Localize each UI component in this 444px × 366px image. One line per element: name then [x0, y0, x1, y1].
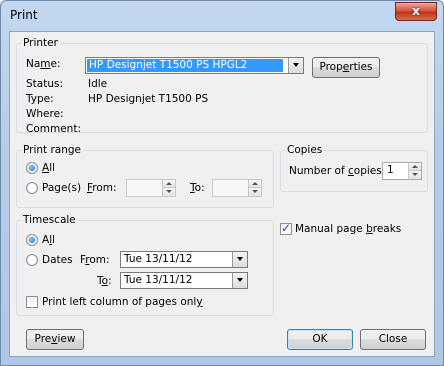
timescale-group-label: Timescale	[23, 214, 76, 226]
status-label: Status:	[26, 78, 63, 90]
timescale-dates-label[interactable]: Dates	[42, 254, 73, 266]
timescale-from-value: Tue 13/11/12	[124, 253, 193, 265]
print-range-all-label[interactable]: All	[42, 162, 55, 174]
print-range-group-label: Print range	[23, 144, 82, 156]
print-range-from-label: From:	[87, 182, 117, 194]
print-range-to-spinner[interactable]	[212, 179, 262, 197]
printer-name-label: Name:	[26, 58, 61, 70]
print-left-column-label[interactable]: Print left column of pages only	[42, 296, 203, 308]
printer-group-label: Printer	[23, 37, 58, 49]
print-left-column-checkbox[interactable]	[26, 296, 38, 308]
title-bar[interactable]: Print x	[1, 1, 443, 29]
timescale-to-label: To:	[97, 275, 112, 287]
status-value: Idle	[88, 78, 108, 90]
spin-down-icon[interactable]	[409, 171, 421, 179]
chevron-down-icon[interactable]	[288, 58, 303, 73]
close-window-button[interactable]: x	[395, 2, 437, 21]
manual-page-breaks-checkbox[interactable]	[280, 221, 292, 235]
window-title: Print	[10, 8, 38, 22]
comment-label: Comment:	[26, 123, 81, 135]
spin-up-icon[interactable]	[163, 180, 175, 188]
chevron-down-icon[interactable]	[232, 273, 247, 288]
timescale-from-label: From:	[80, 254, 110, 266]
print-range-pages-radio[interactable]	[26, 182, 38, 194]
print-range-to-label: To:	[190, 182, 205, 194]
print-range-group: Print range	[16, 144, 274, 208]
printer-group: Printer	[16, 37, 428, 133]
spin-up-icon[interactable]	[409, 163, 421, 171]
printer-name-value: HP Designjet T1500 PS HPGL2	[87, 59, 283, 72]
number-of-copies-label: Number of copies:	[289, 165, 386, 177]
spin-down-icon[interactable]	[249, 188, 261, 196]
copies-group-label: Copies	[287, 144, 323, 156]
timescale-from-combo[interactable]: Tue 13/11/12	[120, 251, 248, 268]
print-dialog-window: Print x Printer Name: HP Designjet T1500…	[0, 0, 444, 366]
manual-page-breaks-label[interactable]: Manual page breaks	[295, 223, 401, 235]
chevron-down-icon[interactable]	[232, 252, 247, 267]
timescale-all-label[interactable]: All	[42, 234, 55, 246]
where-label: Where:	[26, 108, 64, 120]
print-range-from-spinner[interactable]	[126, 179, 176, 197]
timescale-dates-radio[interactable]	[26, 254, 38, 266]
spin-up-icon[interactable]	[249, 180, 261, 188]
timescale-all-radio[interactable]	[26, 234, 38, 246]
preview-button[interactable]: Preview	[26, 329, 84, 350]
timescale-to-combo[interactable]: Tue 13/11/12	[120, 272, 248, 289]
print-range-all-radio[interactable]	[26, 162, 38, 174]
spin-down-icon[interactable]	[163, 188, 175, 196]
copies-spinner[interactable]: 1	[382, 162, 422, 180]
properties-button[interactable]: Properties	[312, 57, 380, 78]
copies-value: 1	[387, 164, 394, 176]
close-button[interactable]: Close	[360, 329, 426, 350]
ok-button[interactable]: OK	[287, 329, 353, 350]
printer-name-combo[interactable]: HP Designjet T1500 PS HPGL2	[85, 57, 304, 74]
timescale-to-value: Tue 13/11/12	[124, 274, 193, 286]
print-range-pages-label[interactable]: Page(s)	[42, 182, 81, 194]
type-value: HP Designjet T1500 PS	[88, 93, 209, 105]
type-label: Type:	[26, 93, 54, 105]
dialog-client-area: Printer Name: HP Designjet T1500 PS HPGL…	[9, 31, 435, 357]
